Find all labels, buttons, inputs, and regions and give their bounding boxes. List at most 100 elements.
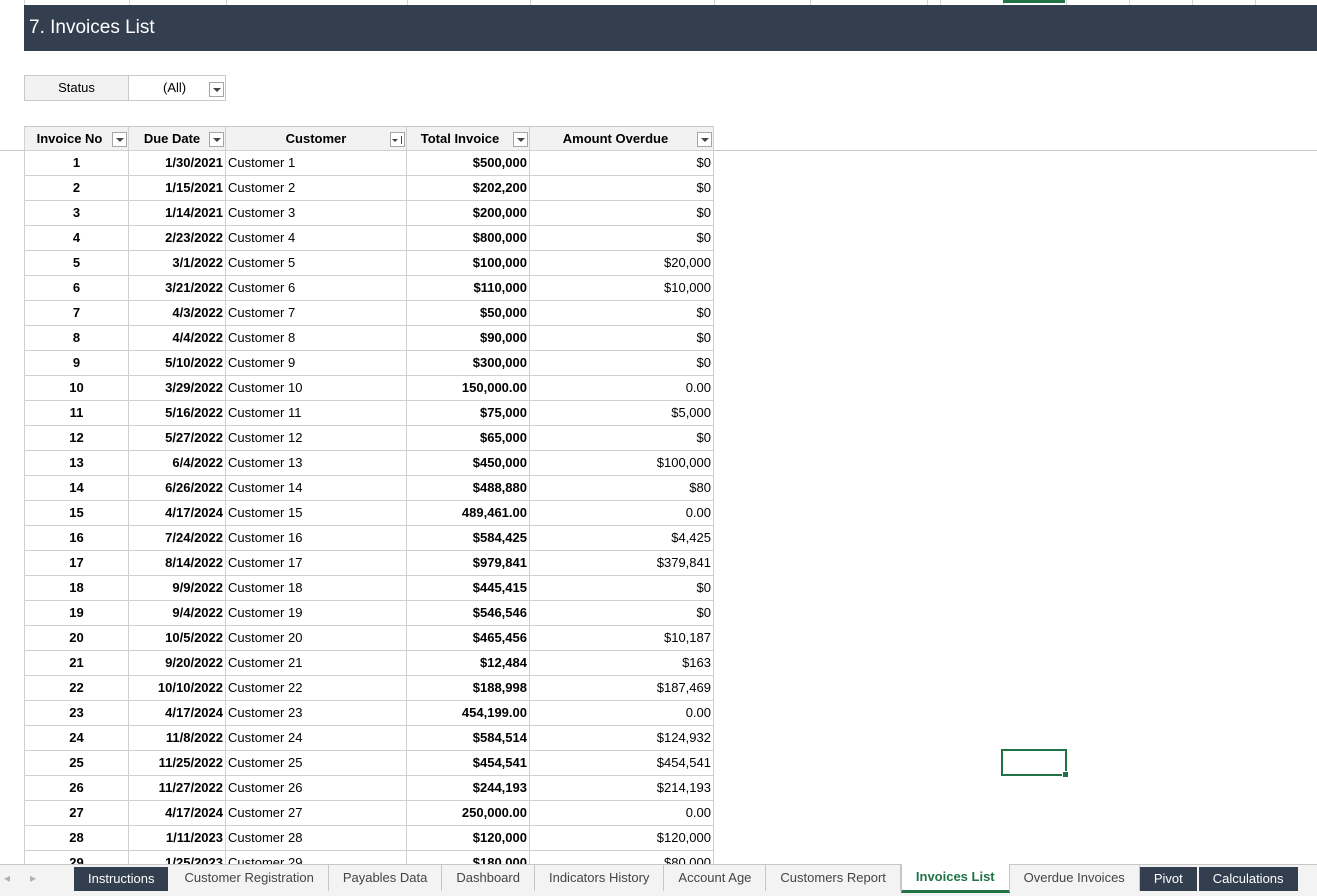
invoice-no-cell[interactable]: 24 <box>24 726 129 751</box>
filter-dropdown-icon[interactable] <box>112 132 127 147</box>
amount-overdue-cell[interactable]: $0 <box>530 326 714 351</box>
customer-cell[interactable]: Customer 7 <box>226 301 407 326</box>
total-invoice-cell[interactable]: $100,000 <box>407 251 530 276</box>
invoice-no-cell[interactable]: 12 <box>24 426 129 451</box>
invoice-no-cell[interactable]: 3 <box>24 201 129 226</box>
due-date-cell[interactable]: 4/4/2022 <box>129 326 226 351</box>
due-date-cell[interactable]: 10/10/2022 <box>129 676 226 701</box>
due-date-cell[interactable]: 11/27/2022 <box>129 776 226 801</box>
due-date-cell[interactable]: 1/30/2021 <box>129 151 226 176</box>
total-invoice-cell[interactable]: $202,200 <box>407 176 530 201</box>
customer-cell[interactable]: Customer 22 <box>226 676 407 701</box>
customer-cell[interactable]: Customer 15 <box>226 501 407 526</box>
due-date-cell[interactable]: 5/16/2022 <box>129 401 226 426</box>
customer-cell[interactable]: Customer 16 <box>226 526 407 551</box>
due-date-cell[interactable]: 1/11/2023 <box>129 826 226 851</box>
total-invoice-cell[interactable]: $180,000 <box>407 851 530 864</box>
customer-cell[interactable]: Customer 4 <box>226 226 407 251</box>
due-date-cell[interactable]: 4/17/2024 <box>129 701 226 726</box>
due-date-cell[interactable]: 1/14/2021 <box>129 201 226 226</box>
active-cell-selection[interactable] <box>1001 749 1069 778</box>
total-invoice-cell[interactable]: $445,415 <box>407 576 530 601</box>
customer-cell[interactable]: Customer 5 <box>226 251 407 276</box>
total-invoice-cell[interactable]: $546,546 <box>407 601 530 626</box>
invoice-no-cell[interactable]: 27 <box>24 801 129 826</box>
amount-overdue-cell[interactable]: $20,000 <box>530 251 714 276</box>
total-invoice-cell[interactable]: $120,000 <box>407 826 530 851</box>
dropdown-arrow-icon[interactable] <box>209 82 224 97</box>
sheet-tab-indicators-history[interactable]: Indicators History <box>535 865 665 891</box>
status-filter-value[interactable]: (All) <box>129 75 226 101</box>
amount-overdue-cell[interactable]: $0 <box>530 226 714 251</box>
customer-cell[interactable]: Customer 21 <box>226 651 407 676</box>
sort-filter-icon[interactable] <box>390 132 405 147</box>
total-invoice-cell[interactable]: $800,000 <box>407 226 530 251</box>
amount-overdue-cell[interactable]: $4,425 <box>530 526 714 551</box>
scroll-tabs-right-icon[interactable]: ▸ <box>30 871 36 885</box>
amount-overdue-cell[interactable]: $214,193 <box>530 776 714 801</box>
amount-overdue-cell[interactable]: $454,541 <box>530 751 714 776</box>
customer-cell[interactable]: Customer 2 <box>226 176 407 201</box>
invoice-no-cell[interactable]: 5 <box>24 251 129 276</box>
customer-cell[interactable]: Customer 26 <box>226 776 407 801</box>
customer-cell[interactable]: Customer 28 <box>226 826 407 851</box>
due-date-cell[interactable]: 3/1/2022 <box>129 251 226 276</box>
amount-overdue-cell[interactable]: $80,000 <box>530 851 714 864</box>
sheet-tab-payables-data[interactable]: Payables Data <box>329 865 443 891</box>
amount-overdue-cell[interactable]: $0 <box>530 201 714 226</box>
amount-overdue-cell[interactable]: $124,932 <box>530 726 714 751</box>
amount-overdue-cell[interactable]: $0 <box>530 176 714 201</box>
due-date-cell[interactable]: 5/27/2022 <box>129 426 226 451</box>
amount-overdue-cell[interactable]: $10,187 <box>530 626 714 651</box>
total-invoice-cell[interactable]: $979,841 <box>407 551 530 576</box>
sheet-tab-instructions[interactable]: Instructions <box>74 867 169 891</box>
amount-overdue-cell[interactable]: $100,000 <box>530 451 714 476</box>
amount-overdue-cell[interactable]: $120,000 <box>530 826 714 851</box>
amount-overdue-cell[interactable]: $5,000 <box>530 401 714 426</box>
customer-cell[interactable]: Customer 6 <box>226 276 407 301</box>
amount-overdue-cell[interactable]: $10,000 <box>530 276 714 301</box>
invoice-no-cell[interactable]: 21 <box>24 651 129 676</box>
amount-overdue-cell[interactable]: $379,841 <box>530 551 714 576</box>
amount-overdue-cell[interactable]: $0 <box>530 301 714 326</box>
due-date-cell[interactable]: 1/15/2021 <box>129 176 226 201</box>
invoice-no-cell[interactable]: 13 <box>24 451 129 476</box>
column-header-total-invoice[interactable]: Total Invoice <box>407 126 530 151</box>
sheet-tab-pivot[interactable]: Pivot <box>1139 867 1197 891</box>
due-date-cell[interactable]: 4/3/2022 <box>129 301 226 326</box>
total-invoice-cell[interactable]: 489,461.00 <box>407 501 530 526</box>
invoice-no-cell[interactable]: 2 <box>24 176 129 201</box>
due-date-cell[interactable]: 7/24/2022 <box>129 526 226 551</box>
due-date-cell[interactable]: 3/21/2022 <box>129 276 226 301</box>
sheet-tab-overdue-invoices[interactable]: Overdue Invoices <box>1010 865 1140 891</box>
due-date-cell[interactable]: 6/26/2022 <box>129 476 226 501</box>
customer-cell[interactable]: Customer 19 <box>226 601 407 626</box>
customer-cell[interactable]: Customer 29 <box>226 851 407 864</box>
sheet-tab-account-age[interactable]: Account Age <box>664 865 767 891</box>
total-invoice-cell[interactable]: $110,000 <box>407 276 530 301</box>
amount-overdue-cell[interactable]: $163 <box>530 651 714 676</box>
invoice-no-cell[interactable]: 4 <box>24 226 129 251</box>
total-invoice-cell[interactable]: $488,880 <box>407 476 530 501</box>
sheet-tab-customers-report[interactable]: Customers Report <box>766 865 901 891</box>
amount-overdue-cell[interactable]: 0.00 <box>530 376 714 401</box>
customer-cell[interactable]: Customer 18 <box>226 576 407 601</box>
customer-cell[interactable]: Customer 20 <box>226 626 407 651</box>
invoice-no-cell[interactable]: 19 <box>24 601 129 626</box>
invoice-no-cell[interactable]: 6 <box>24 276 129 301</box>
sheet-tab-dashboard[interactable]: Dashboard <box>442 865 535 891</box>
amount-overdue-cell[interactable]: 0.00 <box>530 701 714 726</box>
filter-dropdown-icon[interactable] <box>209 132 224 147</box>
due-date-cell[interactable]: 8/14/2022 <box>129 551 226 576</box>
due-date-cell[interactable]: 2/23/2022 <box>129 226 226 251</box>
filter-dropdown-icon[interactable] <box>697 132 712 147</box>
total-invoice-cell[interactable]: $450,000 <box>407 451 530 476</box>
amount-overdue-cell[interactable]: $187,469 <box>530 676 714 701</box>
invoice-no-cell[interactable]: 8 <box>24 326 129 351</box>
invoice-no-cell[interactable]: 28 <box>24 826 129 851</box>
total-invoice-cell[interactable]: $584,514 <box>407 726 530 751</box>
customer-cell[interactable]: Customer 14 <box>226 476 407 501</box>
sheet-tab-calculations[interactable]: Calculations <box>1198 867 1298 891</box>
due-date-cell[interactable]: 1/25/2023 <box>129 851 226 864</box>
due-date-cell[interactable]: 10/5/2022 <box>129 626 226 651</box>
